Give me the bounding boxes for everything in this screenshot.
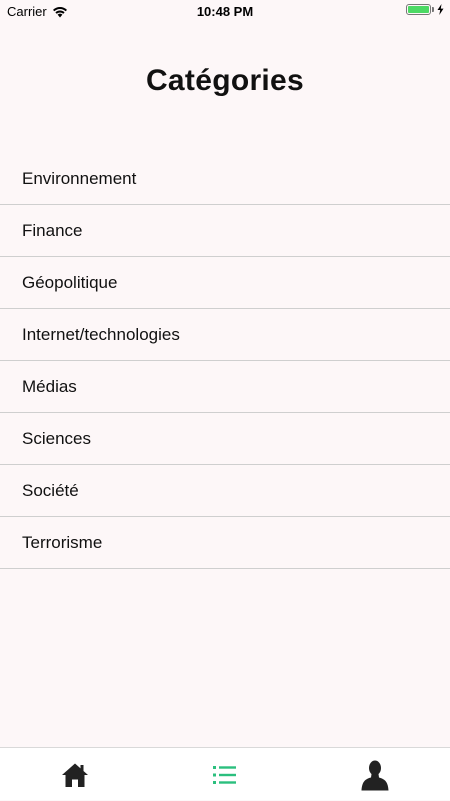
- tab-bar: [0, 747, 450, 800]
- battery-icon: [406, 4, 431, 15]
- tab-home[interactable]: [0, 748, 150, 801]
- charging-icon: [437, 4, 444, 15]
- tab-profile[interactable]: [300, 748, 450, 801]
- battery-level: [408, 6, 429, 13]
- category-item-geopolitique[interactable]: Géopolitique: [0, 257, 450, 309]
- status-right: [406, 4, 444, 15]
- category-item-terrorisme[interactable]: Terrorisme: [0, 517, 450, 569]
- status-bar: Carrier 10:48 PM: [0, 0, 450, 22]
- battery-cap: [432, 7, 434, 12]
- list-icon: [213, 765, 236, 784]
- category-item-societe[interactable]: Société: [0, 465, 450, 517]
- profile-icon: [361, 760, 389, 790]
- page-title: Catégories: [145, 64, 305, 97]
- status-time: 10:48 PM: [196, 4, 254, 19]
- category-item-sciences[interactable]: Sciences: [0, 413, 450, 465]
- category-item-medias[interactable]: Médias: [0, 361, 450, 413]
- tab-categories[interactable]: [150, 748, 300, 801]
- category-item-environnement[interactable]: Environnement: [0, 153, 450, 205]
- category-item-finance[interactable]: Finance: [0, 205, 450, 257]
- category-item-internet-technologies[interactable]: Internet/technologies: [0, 309, 450, 361]
- home-icon: [62, 763, 88, 787]
- category-list: Environnement Finance Géopolitique Inter…: [0, 153, 450, 569]
